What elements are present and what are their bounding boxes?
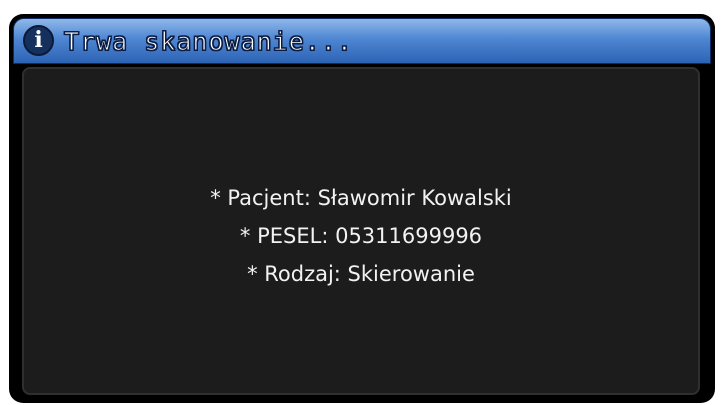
document-type-line: * Rodzaj: Skierowanie: [247, 262, 475, 286]
scanning-dialog: i Trwa skanowanie... * Pacjent: Sławomir…: [9, 14, 715, 403]
dialog-title: Trwa skanowanie...: [64, 27, 353, 57]
scan-info: * Pacjent: Sławomir Kowalski * PESEL: 05…: [24, 179, 698, 293]
pesel-line: * PESEL: 05311699996: [239, 224, 483, 248]
dialog-content: * Pacjent: Sławomir Kowalski * PESEL: 05…: [22, 67, 700, 395]
patient-line: * Pacjent: Sławomir Kowalski: [210, 186, 512, 210]
dialog-titlebar: i Trwa skanowanie...: [13, 18, 711, 64]
info-icon: i: [23, 25, 54, 56]
